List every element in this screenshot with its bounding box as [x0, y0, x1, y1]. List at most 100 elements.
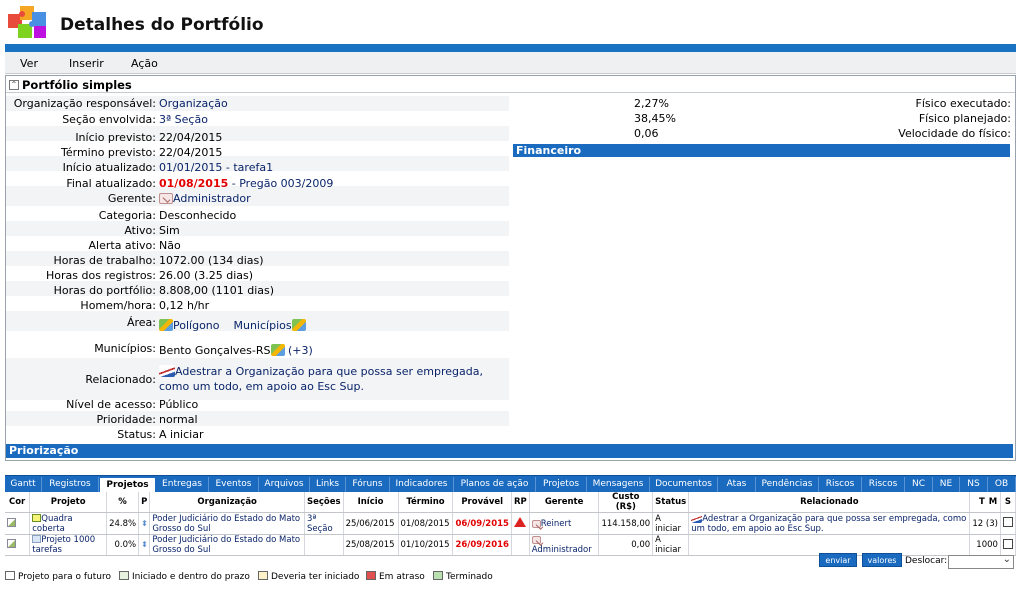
select-checkbox[interactable]	[1002, 538, 1013, 549]
col-t[interactable]: T	[969, 492, 987, 513]
panel-header: ⌃ Portfólio simples	[6, 76, 1015, 93]
col-s[interactable]: S	[1000, 492, 1017, 513]
map-icon[interactable]	[159, 319, 173, 331]
map-icon[interactable]	[270, 344, 285, 356]
map-icon[interactable]	[291, 319, 306, 331]
tab-ob[interactable]: OB	[988, 477, 1016, 492]
tab-ne[interactable]: NE	[933, 477, 960, 492]
col-status[interactable]: Status	[652, 492, 690, 513]
tab-planos-acao[interactable]: Planos de ação	[454, 477, 536, 492]
edit-icon[interactable]	[7, 517, 16, 527]
legend-swatch	[258, 571, 268, 580]
tab-documentos[interactable]: Documentos	[650, 477, 718, 492]
secao-cell[interactable]: 3ª Seção	[304, 512, 344, 535]
relacionado-cell[interactable]: Adestrar a Organização para que possa se…	[691, 514, 966, 534]
col-m[interactable]: M	[986, 492, 1001, 513]
col-p[interactable]: P	[138, 492, 151, 513]
relacionado-link[interactable]: Adestrar a Organização para que possa se…	[175, 365, 483, 378]
secao-link[interactable]: 3ª Seção	[159, 113, 208, 126]
priorizacao-header[interactable]: Priorização	[6, 444, 1013, 458]
select-checkbox[interactable]	[1002, 517, 1013, 527]
relacionado-link-2[interactable]: como um todo, em apoio ao Esc Sup.	[159, 380, 364, 393]
field-alerta-ativo: Alerta ativo: Não	[88, 239, 181, 252]
tab-riscos-2[interactable]: Riscos	[862, 477, 905, 492]
priority-icon: ⬍	[141, 518, 148, 528]
user-card-icon	[159, 193, 173, 204]
relation-icon	[691, 513, 703, 523]
municipios-more[interactable]: (+3)	[288, 344, 313, 357]
tab-projetos-2[interactable]: Projetos	[536, 477, 587, 492]
inicio-atualizado-link[interactable]: 01/01/2015 - tarefa1	[159, 161, 273, 174]
area-municipios[interactable]: Municípios	[234, 319, 292, 332]
col-projeto[interactable]: Projeto	[29, 492, 108, 513]
financeiro-header[interactable]: Financeiro	[513, 144, 1010, 157]
tab-atas[interactable]: Atas	[718, 477, 756, 492]
col-secoes[interactable]: Seções	[304, 492, 344, 513]
col-cor[interactable]: Cor	[5, 492, 31, 513]
tab-pendencias[interactable]: Pendências	[756, 477, 819, 492]
gerente-cell[interactable]: Administrador	[532, 545, 592, 555]
tab-mensagens[interactable]: Mensagens	[587, 477, 650, 492]
valores-button[interactable]: valores	[862, 553, 902, 567]
page-title: Detalhes do Portfólio	[60, 15, 264, 35]
col-custo[interactable]: Custo (R$)	[598, 492, 654, 513]
field-nivel-acesso: Nível de acesso: Público	[66, 398, 199, 411]
puzzle-logo-icon	[8, 6, 46, 38]
edit-icon[interactable]	[7, 539, 16, 548]
field-final-atualizado: Final atualizado: 01/08/2015 - Pregão 00…	[66, 177, 334, 190]
col-provavel[interactable]: Provável	[452, 492, 512, 513]
deslocar-select[interactable]	[948, 554, 1014, 569]
tab-entregas[interactable]: Entregas	[156, 477, 209, 492]
field-gerente: Gerente: Administrador	[107, 192, 251, 205]
field-inicio-previsto: Início previsto: 22/04/2015	[75, 131, 223, 144]
projeto-link[interactable]: Projeto 1000 tarefas	[32, 535, 95, 555]
collapse-icon[interactable]: ⌃	[9, 80, 19, 90]
field-horas-registros: Horas dos registros: 26.00 (3.25 dias)	[45, 269, 254, 282]
menu-acao[interactable]: Ação	[131, 57, 158, 70]
deslocar-label: Deslocar:	[905, 556, 948, 566]
enviar-button[interactable]: enviar	[819, 553, 857, 567]
tab-links[interactable]: Links	[310, 477, 346, 492]
menu-ver[interactable]: Ver	[20, 57, 38, 70]
final-atualizado-date: 01/08/2015	[159, 177, 229, 190]
tab-nc[interactable]: NC	[905, 477, 933, 492]
tab-riscos[interactable]: Riscos	[819, 477, 862, 492]
status-color-icon	[32, 535, 42, 543]
org-cell[interactable]: Poder Judiciário do Estado do Mato Gross…	[149, 512, 305, 535]
table-row[interactable]: Quadra coberta 24.8% ⬍ Poder Judiciário …	[5, 512, 1017, 535]
tab-eventos[interactable]: Eventos	[209, 477, 259, 492]
legend-item: Iniciado e dentro do prazo	[119, 571, 250, 582]
app-header: Detalhes do Portfólio	[0, 0, 1022, 44]
field-area: Área: Polígono Municípios	[6, 316, 509, 336]
header-divider	[5, 44, 1016, 52]
priority-icon: ⬍	[141, 540, 148, 549]
org-link[interactable]: Organização	[159, 97, 228, 110]
col-relacionado[interactable]: Relacionado	[688, 492, 971, 513]
gerente-cell[interactable]: Reinert	[541, 519, 572, 529]
col-inicio[interactable]: Início	[343, 492, 399, 513]
area-poligono[interactable]: Polígono	[173, 319, 220, 332]
menu-inserir[interactable]: Inserir	[69, 57, 104, 70]
col-rp[interactable]: RP	[511, 492, 530, 513]
warning-icon	[513, 517, 526, 527]
pregao-link[interactable]: - Pregão 003/2009	[228, 177, 334, 190]
tab-ns[interactable]: NS	[960, 477, 988, 492]
col-termino[interactable]: Término	[398, 492, 454, 513]
gerente-link[interactable]: Administrador	[173, 192, 251, 205]
tab-projetos[interactable]: Projetos	[99, 477, 156, 492]
org-cell[interactable]: Poder Judiciário do Estado do Mato Gross…	[149, 534, 305, 556]
projects-table: Cor Projeto % P Organização Seções Iníci…	[5, 492, 1017, 556]
tab-gantt[interactable]: Gantt	[5, 477, 42, 492]
col-organizacao[interactable]: Organização	[149, 492, 305, 513]
tab-registros[interactable]: Registros	[42, 477, 99, 492]
col-gerente[interactable]: Gerente	[529, 492, 600, 513]
legend-item: Em atraso	[366, 571, 425, 582]
legend-item: Deveria ter iniciado	[258, 571, 359, 582]
field-relacionado: Relacionado: Adestrar a Organização para…	[85, 365, 483, 393]
tab-arquivos[interactable]: Arquivos	[259, 477, 310, 492]
tab-foruns[interactable]: Fóruns	[346, 477, 390, 492]
field-categoria: Categoria: Desconhecido	[98, 209, 237, 222]
tab-indicadores[interactable]: Indicadores	[390, 477, 454, 492]
field-org-responsavel: Organização responsável: Organização	[13, 97, 228, 110]
col-pct[interactable]: %	[106, 492, 140, 513]
